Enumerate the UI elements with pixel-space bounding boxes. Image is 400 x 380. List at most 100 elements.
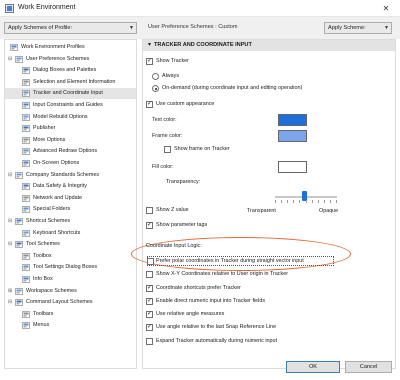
company-icon (15, 171, 23, 179)
tree-item[interactable]: Dialog Boxes and Palettes (5, 65, 136, 76)
collapse-icon[interactable]: ⊟ (8, 300, 13, 305)
tree-item[interactable]: Toolbox (5, 251, 136, 262)
collapse-icon[interactable]: ⊟ (8, 242, 13, 247)
slider-tick (317, 200, 319, 203)
rebuild-icon (22, 113, 30, 121)
relative-angle-checkbox[interactable] (146, 310, 153, 318)
tree-item-label: Keyboard Shortcuts (33, 229, 81, 236)
apply-profile-dropdown[interactable]: Apply Schemes of Profile: ▼ (4, 22, 137, 34)
section-header[interactable]: ▾ TRACKER AND COORDINATE INPUT (143, 40, 395, 51)
angle-snap-label: Use angle relative to the last Snap Refe… (156, 324, 277, 330)
expand-icon[interactable]: ⊞ (8, 288, 13, 294)
tree-item[interactable]: Publisher (5, 123, 136, 134)
tree-item[interactable]: Data Safety & Integrity (5, 181, 136, 192)
always-radio[interactable] (152, 73, 159, 80)
on-demand-label: On-demand (during coordinate input and e… (162, 85, 303, 91)
tree-item-label: Network and Update (33, 194, 83, 201)
text-color-swatch[interactable] (278, 114, 307, 126)
tree-item[interactable]: Model Rebuild Options (5, 112, 136, 123)
slider-tick (287, 200, 289, 203)
slider-tick (329, 200, 331, 203)
tree-item-label: Work Environment Profiles (21, 44, 85, 50)
expand-tracker-label: Expand Tracker automatically during nume… (156, 338, 278, 344)
show-frame-label: Show frame on Tracker (174, 146, 230, 152)
prefer-polar-checkbox[interactable] (147, 258, 154, 265)
dialog-icon (22, 67, 30, 74)
command-icon (15, 299, 23, 306)
collapse-icon[interactable]: ⊟ (8, 172, 13, 178)
tree-item[interactable]: Special Folders (5, 204, 136, 215)
network-icon (22, 194, 30, 202)
direct-numeric-label: Enable direct numeric input into Tracker… (156, 298, 266, 304)
custom-appearance-checkbox[interactable] (146, 100, 153, 108)
fill-color-swatch[interactable] (278, 161, 307, 173)
angle-snap-checkbox[interactable] (146, 323, 153, 331)
data-safety-icon (22, 183, 30, 190)
collapse-icon[interactable]: ⊟ (8, 219, 13, 224)
apply-scheme-dropdown[interactable]: Apply Scheme: ▼ (324, 22, 392, 34)
tree-item[interactable]: Tracker and Coordinate Input (5, 88, 136, 100)
show-frame-checkbox[interactable] (164, 146, 171, 153)
tree-item[interactable]: ⊟ Company Standards Schemes (5, 170, 136, 181)
tree-item[interactable]: Info Box (5, 274, 136, 285)
show-param-checkbox[interactable] (146, 221, 153, 229)
chevron-down-icon: ▼ (129, 25, 134, 31)
tree-item[interactable]: ⊟ Tool Schemes (5, 239, 136, 250)
tree-item-label: Toolbox (33, 252, 52, 259)
on-demand-radio[interactable] (152, 85, 159, 92)
tree-item[interactable]: More Options (5, 135, 136, 146)
tree-item[interactable]: ⊟ Shortcut Schemes (5, 216, 136, 227)
frame-color-swatch[interactable] (278, 130, 307, 142)
tree-item-label: Tool Schemes (26, 241, 60, 248)
collapse-icon[interactable]: ⊟ (8, 56, 13, 62)
show-z-checkbox[interactable] (146, 207, 153, 214)
close-window-button[interactable]: ✕ (380, 3, 392, 14)
fill-color-label: Fill color: (152, 164, 174, 170)
window-title: Work Environment (18, 4, 76, 11)
direct-numeric-checkbox[interactable] (146, 297, 153, 305)
tree-item[interactable]: Keyboard Shortcuts (5, 228, 136, 239)
show-z-label: Show Z value (156, 207, 189, 213)
coord-shortcuts-checkbox[interactable] (146, 284, 153, 292)
tree-item[interactable]: Input Constraints and Guides (5, 100, 136, 111)
tree-item-label: Special Folders (33, 206, 71, 213)
tree-item[interactable]: Network and Update (5, 193, 136, 204)
infobox-icon (22, 276, 30, 283)
apply-scheme-label: Apply Scheme: (328, 25, 366, 31)
current-scheme-label: User Preference Schemes : Custom (148, 24, 238, 30)
slider-ticks (275, 200, 337, 203)
publisher-icon (22, 125, 30, 132)
onscreen-icon (22, 160, 30, 167)
slider-tick (336, 200, 337, 203)
slider-tick (311, 200, 313, 203)
tree-item[interactable]: Toolbars (5, 309, 136, 320)
tree-item-label: Menus (33, 322, 50, 329)
constraints-icon (22, 102, 30, 109)
coord-shortcuts-label: Coordinate shortcuts prefer Tracker (156, 285, 241, 291)
ok-button[interactable]: OK (286, 361, 340, 373)
tree-item-label: Workspace Schemes (26, 287, 77, 294)
tree-item[interactable]: Tool Settings Dialog Boxes (5, 262, 136, 273)
slider-tick (305, 200, 307, 203)
show-xy-checkbox[interactable] (146, 271, 153, 278)
show-tracker-checkbox[interactable] (146, 57, 153, 65)
tree-item[interactable]: On-Screen Options (5, 158, 136, 169)
show-param-label: Show parameter tags (156, 222, 208, 228)
tree-item[interactable]: Work Environment Profiles (5, 42, 136, 53)
tree-item[interactable]: ⊞ Workspace Schemes (5, 286, 136, 297)
tree-item[interactable]: Selection and Element Information (5, 77, 136, 88)
more-options-icon (22, 136, 30, 144)
toolbars-icon (22, 310, 30, 318)
opaque-label: Opaque (319, 208, 339, 214)
tree-item[interactable]: Advanced Redraw Options (5, 146, 136, 157)
slider-tick (275, 200, 276, 203)
workspace-icon (15, 287, 23, 295)
tree-item[interactable]: ⊟ Command Layout Schemes (5, 297, 136, 308)
cancel-button[interactable]: Cancel (345, 361, 392, 373)
text-color-label: Text color: (152, 117, 177, 123)
user-prefs-icon (15, 55, 23, 63)
expand-tracker-checkbox[interactable] (146, 338, 153, 345)
tree-item[interactable]: ⊟ User Preference Schemes (5, 54, 136, 65)
tree-item[interactable]: Menus (5, 320, 136, 331)
scheme-tree: Work Environment Profiles ⊟ User Preferenc… (4, 39, 137, 369)
